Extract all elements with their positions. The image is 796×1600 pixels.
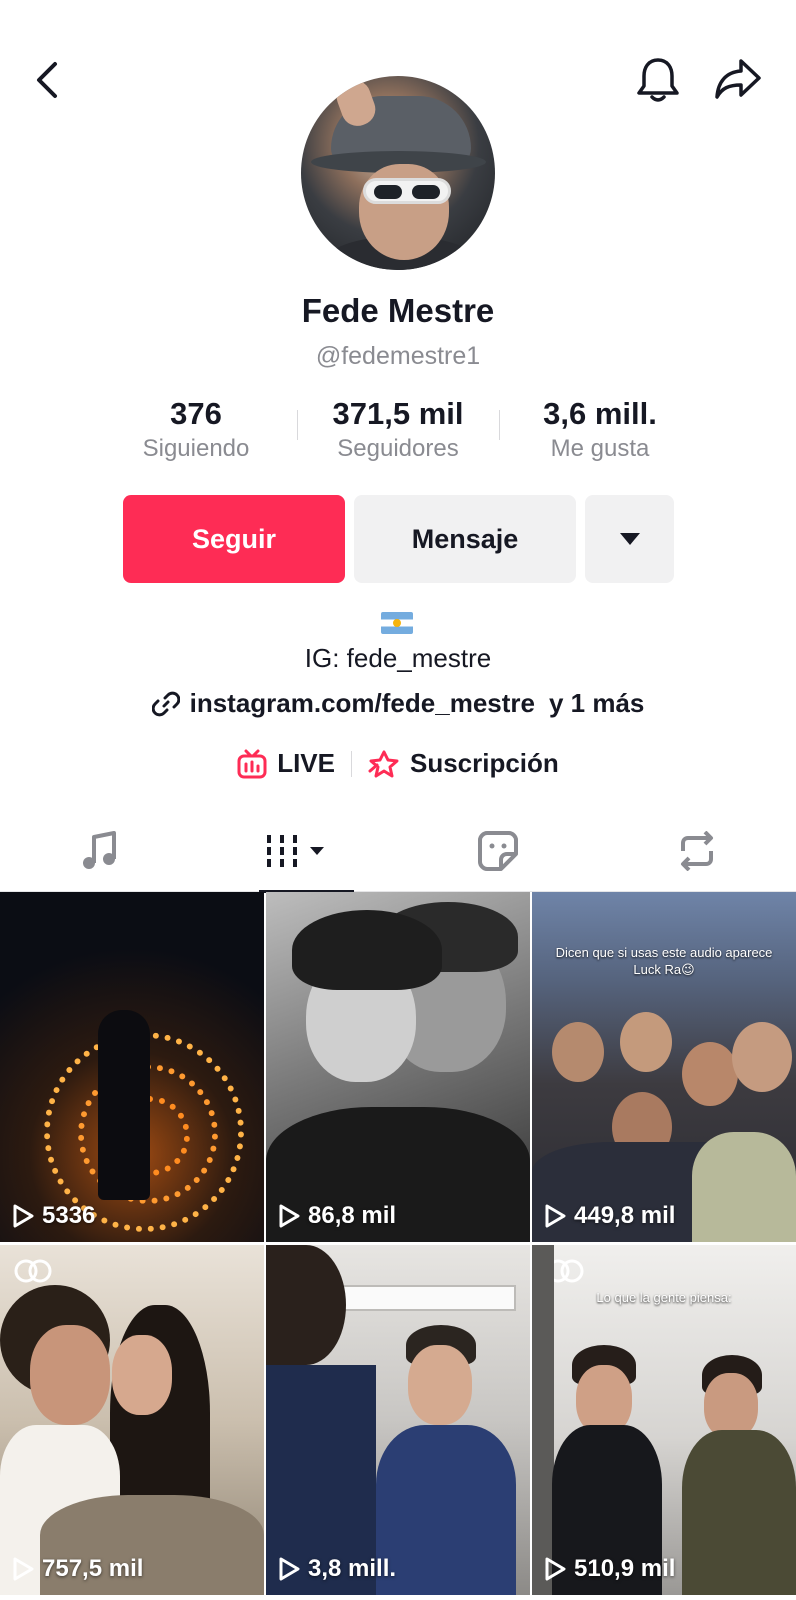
sticker-icon	[477, 831, 518, 871]
stat-followers[interactable]: 371,5 mil Seguidores	[297, 396, 499, 466]
subscription-icon	[368, 750, 399, 777]
profile-actions: Seguir Mensaje	[123, 495, 674, 583]
mirror-frame	[532, 1245, 554, 1595]
stat-followers-label: Seguidores	[337, 435, 459, 462]
music-note-icon	[82, 831, 116, 869]
more-options-button[interactable]	[585, 495, 674, 583]
profile-link-more[interactable]: y 1 más	[549, 688, 644, 719]
share-icon	[715, 59, 761, 99]
video-thumbnail[interactable]: Lo que la gente piensa: 510,9 mil	[532, 1245, 796, 1595]
navy-shirt	[376, 1425, 516, 1595]
video-views: 3,8 mill.	[278, 1555, 396, 1583]
tab-sounds[interactable]	[0, 810, 199, 892]
live-label: LIVE	[277, 748, 335, 778]
stat-following-value: 376	[170, 396, 222, 431]
profile-avatar[interactable]	[301, 76, 495, 270]
video-views-count: 3,8 mill.	[308, 1555, 397, 1582]
profile-name: Fede Mestre	[301, 292, 495, 329]
video-views-count: 510,9 mil	[574, 1555, 676, 1582]
subscription-label: Suscripción	[409, 748, 559, 778]
notification-bell-button[interactable]	[632, 52, 684, 108]
person-face	[112, 1335, 172, 1415]
videos-grid-icon	[266, 835, 324, 867]
sweater-shape	[692, 1132, 796, 1242]
stat-following-label: Siguiendo	[142, 435, 250, 462]
tab-videos[interactable]	[199, 810, 398, 893]
play-icon	[279, 1204, 300, 1228]
badge-divider	[350, 750, 352, 777]
video-views-count: 5336	[42, 1202, 96, 1229]
person-head	[732, 1022, 792, 1092]
video-views-count: 86,8 mil	[308, 1202, 397, 1229]
video-thumbnail[interactable]: 5336	[0, 892, 264, 1242]
person-hair	[292, 910, 442, 990]
back-button[interactable]	[24, 52, 68, 108]
tab-stickers[interactable]	[398, 810, 597, 892]
live-icon	[237, 749, 267, 778]
profile-link[interactable]: instagram.com/fede_mestre y 1 más	[0, 688, 796, 719]
profile-stats: 376 Siguiendo 371,5 mil Seguidores 3,6 m…	[95, 396, 701, 466]
person-hair	[266, 1245, 346, 1365]
play-icon	[13, 1204, 34, 1228]
profile-handle: @fedemestre1	[315, 342, 481, 370]
person-face	[408, 1345, 472, 1425]
video-views: 449,8 mil	[544, 1202, 675, 1230]
video-thumbnail[interactable]: 3,8 mill.	[266, 1245, 530, 1595]
person-head	[620, 1012, 672, 1072]
video-views: 5336	[12, 1202, 95, 1230]
collab-icon	[14, 1259, 52, 1283]
stat-likes[interactable]: 3,6 mill. Me gusta	[499, 396, 701, 466]
video-thumbnail[interactable]: 86,8 mil	[266, 892, 530, 1242]
play-icon	[279, 1557, 300, 1581]
follow-button[interactable]: Seguir	[123, 495, 345, 583]
back-icon	[37, 62, 57, 98]
subscription-badge[interactable]: Suscripción	[368, 748, 559, 779]
link-icon	[151, 691, 180, 716]
person-face	[30, 1325, 110, 1425]
stat-likes-label: Me gusta	[550, 435, 650, 462]
profile-link-text: instagram.com/fede_mestre	[189, 688, 535, 718]
olive-sweater	[682, 1430, 796, 1595]
message-button[interactable]: Mensaje	[354, 495, 576, 583]
singer-silhouette	[98, 1010, 150, 1200]
light-fixture	[326, 1285, 516, 1311]
dropdown-arrow-icon	[619, 533, 640, 545]
profile-badges: LIVE Suscripción	[0, 748, 796, 779]
play-icon	[545, 1557, 566, 1581]
profile-bio: IG: fede_mestre	[304, 643, 492, 673]
content-tabs	[0, 810, 796, 893]
tab-reposts[interactable]	[597, 810, 796, 892]
stat-followers-value: 371,5 mil	[332, 396, 464, 431]
video-views-count: 449,8 mil	[574, 1202, 676, 1229]
video-views: 510,9 mil	[544, 1555, 675, 1583]
stat-likes-value: 3,6 mill.	[543, 396, 657, 431]
video-thumbnail[interactable]: 757,5 mil	[0, 1245, 264, 1595]
video-caption: Lo que la gente piensa:	[596, 1290, 732, 1305]
video-views: 86,8 mil	[278, 1202, 396, 1230]
person-head	[682, 1042, 738, 1106]
video-views: 757,5 mil	[12, 1555, 143, 1583]
video-grid: 5336 86,8 mil Dicen que si usas este aud…	[0, 892, 796, 1595]
live-badge[interactable]: LIVE	[237, 748, 335, 779]
bell-icon	[637, 58, 679, 102]
video-thumbnail[interactable]: Dicen que si usas este audio aparece Luc…	[532, 892, 796, 1242]
share-button[interactable]	[710, 52, 766, 108]
video-views-count: 757,5 mil	[42, 1555, 144, 1582]
play-icon	[545, 1204, 566, 1228]
play-icon	[13, 1557, 34, 1581]
avatar-sunglasses-shape	[363, 178, 451, 204]
person-head	[552, 1022, 604, 1082]
repost-icon	[680, 831, 713, 871]
stat-following[interactable]: 376 Siguiendo	[95, 396, 297, 466]
flag-argentina-icon	[381, 612, 413, 634]
video-caption: Dicen que si usas este audio aparece Luc…	[555, 945, 773, 977]
